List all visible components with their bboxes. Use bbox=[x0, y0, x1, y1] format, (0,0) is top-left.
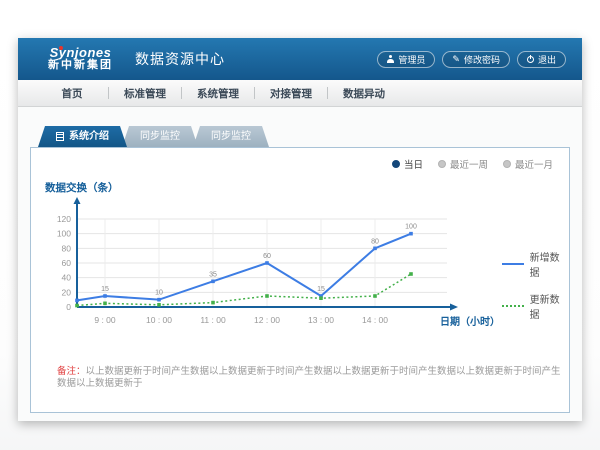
svg-text:14 : 00: 14 : 00 bbox=[362, 315, 388, 325]
footnote: 备注：以上数据更新于时间产生数据以上数据更新于时间产生数据以上数据更新于时间产生… bbox=[31, 366, 569, 391]
svg-text:100: 100 bbox=[57, 229, 71, 239]
legend-label: 新增数据 bbox=[530, 249, 569, 279]
chart-row: 0 20 40 60 80 100 120 9 : 00 10 : 00 11 : 00 12 : … bbox=[31, 197, 569, 340]
svg-text:35: 35 bbox=[209, 271, 217, 278]
app-title: 数据资源中心 bbox=[135, 49, 225, 69]
change-password-label: 修改密码 bbox=[464, 53, 500, 66]
tab-label: 系统介绍 bbox=[69, 126, 109, 147]
svg-text:80: 80 bbox=[62, 243, 72, 253]
power-icon bbox=[527, 56, 534, 63]
radio-unselected-icon bbox=[503, 160, 511, 168]
app-window: Synjones 新中新集团 数据资源中心 管理员 ✎ 修改密码 退出 首页 标… bbox=[18, 38, 582, 421]
tab-label: 同步监控 bbox=[140, 126, 180, 147]
dotted-line-swatch-icon bbox=[502, 305, 524, 307]
company-logo: Synjones 新中新集团 bbox=[48, 46, 113, 71]
content-area: 系统介绍 同步监控 同步监控 当日 最近一周 bbox=[18, 107, 582, 421]
nav-item-interface-mgmt[interactable]: 对接管理 bbox=[255, 86, 327, 101]
chart-panel: 当日 最近一周 最近一月 数据交换（条） 0 20 40 60 80 100 120 9 : … bbox=[30, 147, 570, 413]
logo-text: Synjones bbox=[48, 46, 113, 60]
period-label: 当日 bbox=[404, 157, 423, 171]
app-header: Synjones 新中新集团 数据资源中心 管理员 ✎ 修改密码 退出 bbox=[18, 38, 582, 80]
person-icon bbox=[387, 55, 394, 63]
change-password-button[interactable]: ✎ 修改密码 bbox=[442, 51, 510, 68]
tab-label: 同步监控 bbox=[211, 126, 251, 147]
legend-item-new-data[interactable]: 新增数据 bbox=[502, 249, 569, 279]
svg-text:120: 120 bbox=[57, 214, 71, 224]
nav-item-data-change[interactable]: 数据异动 bbox=[328, 86, 400, 101]
line-chart: 0 20 40 60 80 100 120 9 : 00 10 : 00 11 : 00 12 : … bbox=[37, 197, 502, 340]
svg-text:60: 60 bbox=[263, 253, 271, 260]
footnote-text: 以上数据更新于时间产生数据以上数据更新于时间产生数据以上数据更新于时间产生数据以… bbox=[57, 366, 561, 389]
svg-text:日期（小时）: 日期（小时） bbox=[440, 315, 500, 328]
nav-item-system-mgmt[interactable]: 系统管理 bbox=[182, 86, 254, 101]
footnote-prefix: 备注： bbox=[57, 366, 86, 377]
radio-selected-icon bbox=[392, 160, 400, 168]
period-filter: 当日 最近一周 最近一月 bbox=[392, 157, 553, 171]
tab-strip: 系统介绍 同步监控 同步监控 bbox=[38, 126, 570, 147]
user-bar: 管理员 ✎ 修改密码 退出 bbox=[377, 51, 566, 68]
logout-label: 退出 bbox=[538, 53, 556, 66]
svg-text:15: 15 bbox=[317, 286, 325, 293]
logout-button[interactable]: 退出 bbox=[517, 51, 566, 68]
edit-icon: ✎ bbox=[452, 55, 460, 64]
svg-text:10: 10 bbox=[155, 290, 163, 297]
current-user-label: 管理员 bbox=[398, 53, 425, 66]
main-nav: 首页 标准管理 系统管理 对接管理 数据异动 bbox=[18, 80, 582, 107]
period-option-today[interactable]: 当日 bbox=[392, 157, 423, 171]
legend-item-update-data[interactable]: 更新数据 bbox=[502, 291, 569, 321]
svg-text:12 : 00: 12 : 00 bbox=[254, 315, 280, 325]
solid-line-swatch-icon bbox=[502, 263, 524, 265]
chart-legend: 新增数据 更新数据 bbox=[502, 249, 569, 333]
svg-text:13 : 00: 13 : 00 bbox=[308, 315, 334, 325]
svg-text:40: 40 bbox=[62, 273, 72, 283]
period-label: 最近一周 bbox=[450, 157, 488, 171]
nav-item-standard-mgmt[interactable]: 标准管理 bbox=[109, 86, 181, 101]
tab-sync-monitor-2[interactable]: 同步监控 bbox=[193, 126, 269, 147]
radio-unselected-icon bbox=[438, 160, 446, 168]
svg-text:15: 15 bbox=[101, 286, 109, 293]
svg-text:11 : 00: 11 : 00 bbox=[200, 315, 226, 325]
svg-text:0: 0 bbox=[66, 302, 71, 312]
tab-system-intro[interactable]: 系统介绍 bbox=[38, 126, 127, 147]
chart-y-axis-title: 数据交换（条） bbox=[45, 180, 569, 195]
svg-text:10 : 00: 10 : 00 bbox=[146, 315, 172, 325]
period-option-last-month[interactable]: 最近一月 bbox=[503, 157, 553, 171]
logo-subtext: 新中新集团 bbox=[48, 60, 113, 72]
nav-item-home[interactable]: 首页 bbox=[36, 86, 108, 101]
svg-text:100: 100 bbox=[405, 224, 417, 231]
svg-text:20: 20 bbox=[62, 287, 72, 297]
period-label: 最近一月 bbox=[515, 157, 553, 171]
svg-text:80: 80 bbox=[371, 238, 379, 245]
tab-sync-monitor-1[interactable]: 同步监控 bbox=[122, 126, 198, 147]
svg-text:60: 60 bbox=[62, 258, 72, 268]
legend-label: 更新数据 bbox=[530, 291, 569, 321]
current-user-button[interactable]: 管理员 bbox=[377, 51, 435, 68]
document-icon bbox=[56, 132, 64, 141]
period-option-last-week[interactable]: 最近一周 bbox=[438, 157, 488, 171]
svg-text:9 : 00: 9 : 00 bbox=[94, 315, 116, 325]
